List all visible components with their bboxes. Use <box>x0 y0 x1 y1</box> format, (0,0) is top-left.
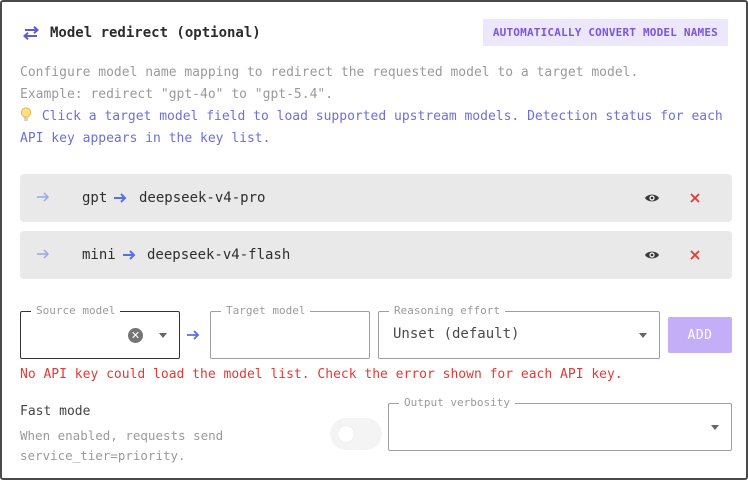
arrow-right-icon <box>122 247 138 263</box>
swap-arrows-icon <box>20 22 42 44</box>
arrow-right-icon <box>186 327 202 343</box>
fast-mode-label: Fast mode <box>20 404 91 419</box>
source-model-field[interactable]: Source model ✕ <box>20 304 180 359</box>
page-title: Model redirect (optional) <box>50 25 261 41</box>
description-line-2: Example: redirect "gpt-4o" to "gpt-5.4". <box>20 87 334 102</box>
arrow-right-icon <box>36 189 52 205</box>
fast-mode-help: When enabled, requests send service_tier… <box>20 428 224 463</box>
auto-convert-badge: AUTOMATICALLY CONVERT MODEL NAMES <box>482 19 728 46</box>
chevron-down-icon[interactable] <box>159 333 167 338</box>
mapping-source: gpt <box>82 190 108 206</box>
reasoning-effort-label: Reasoning effort <box>389 304 505 318</box>
description: Configure model name mapping to redirect… <box>20 62 732 106</box>
clear-icon[interactable]: ✕ <box>128 328 143 343</box>
mapping-row: mini deepseek-v4-flash <box>20 231 732 279</box>
tip-text: Click a target model field to load suppo… <box>20 106 732 150</box>
mapping-target: deepseek-v4-flash <box>147 247 291 263</box>
panel-header: Model redirect (optional) AUTOMATICALLY … <box>20 19 728 47</box>
error-message: No API key could load the model list. Ch… <box>20 367 623 382</box>
mapping-row: gpt deepseek-v4-pro <box>20 174 732 222</box>
reasoning-effort-select[interactable]: Reasoning effort Unset (default) <box>378 304 660 359</box>
reasoning-effort-value: Unset (default) <box>393 326 520 342</box>
toggle-knob <box>338 426 354 442</box>
delete-mapping-button[interactable] <box>688 188 702 208</box>
description-line-1: Configure model name mapping to redirect… <box>20 65 639 80</box>
source-model-label: Source model <box>31 304 121 318</box>
fast-mode-toggle[interactable] <box>330 418 382 450</box>
delete-mapping-button[interactable] <box>688 245 702 265</box>
mapping-target: deepseek-v4-pro <box>139 190 266 206</box>
tip-message: Click a target model field to load suppo… <box>20 109 723 146</box>
lightbulb-icon <box>20 106 34 128</box>
eye-icon[interactable] <box>644 190 660 206</box>
target-model-label: Target model <box>221 304 311 318</box>
output-verbosity-label: Output verbosity <box>399 396 515 410</box>
arrow-right-icon <box>113 190 129 206</box>
eye-icon[interactable] <box>644 247 660 263</box>
arrow-right-icon <box>36 246 52 262</box>
output-verbosity-select[interactable]: Output verbosity <box>388 396 732 451</box>
target-model-field[interactable]: Target model <box>210 304 370 359</box>
model-redirect-panel: Model redirect (optional) AUTOMATICALLY … <box>0 0 748 480</box>
chevron-down-icon[interactable] <box>639 333 647 338</box>
add-button[interactable]: ADD <box>668 317 732 353</box>
close-icon <box>690 193 700 203</box>
close-icon <box>690 250 700 260</box>
chevron-down-icon[interactable] <box>711 425 719 430</box>
mapping-source: mini <box>82 247 116 263</box>
